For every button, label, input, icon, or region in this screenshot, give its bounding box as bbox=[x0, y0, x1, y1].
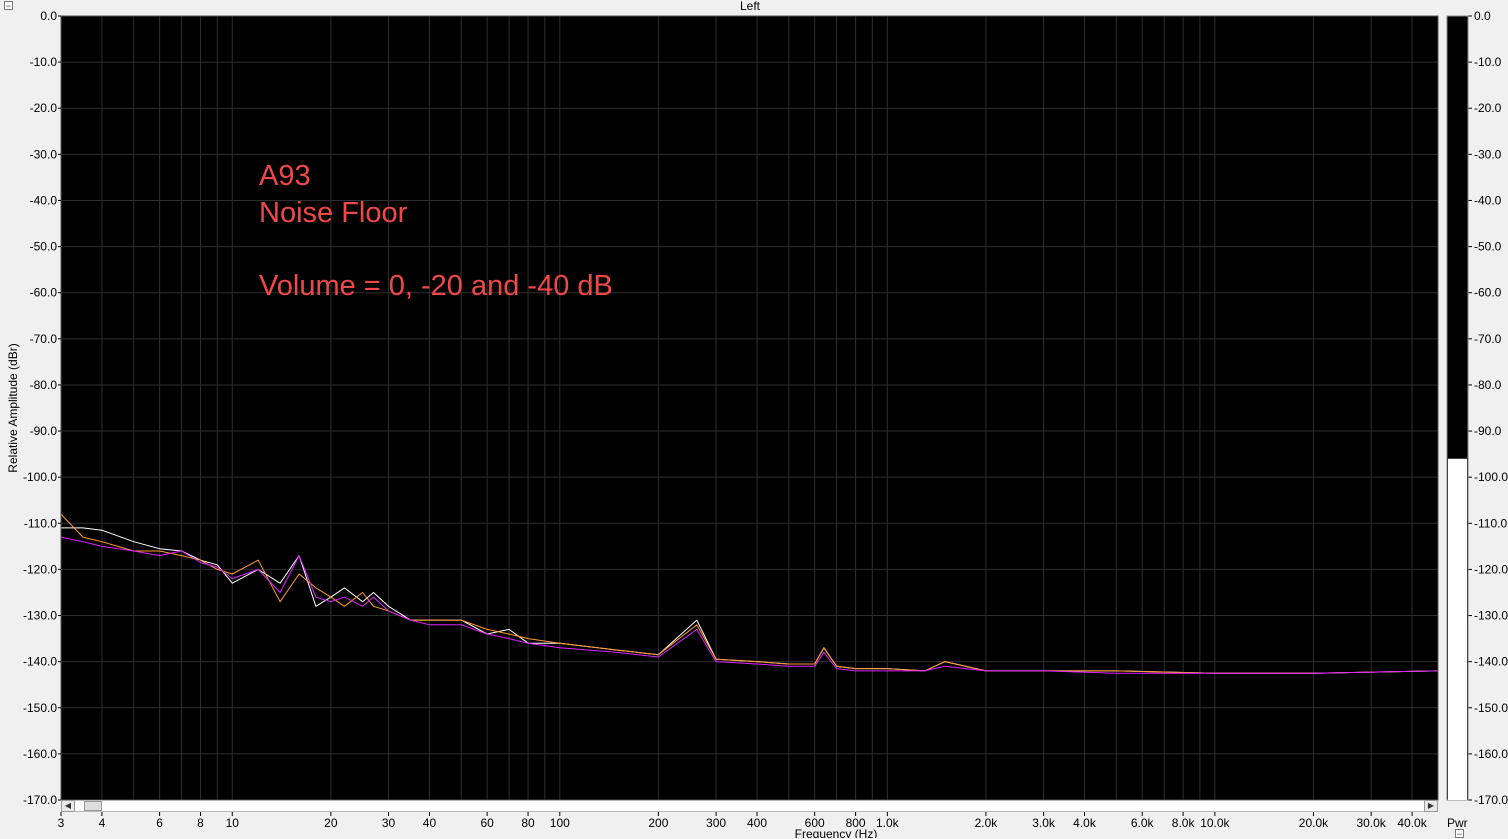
left-y-ticks: 0.0 -10.0 -20.0 -30.0 -40.0 -50.0 -60.0 -70.0 -8… bbox=[23, 9, 61, 807]
x-tick-label: 6 bbox=[156, 816, 163, 830]
spectrum-chart: Left 0.0 -10.0 -20.0 -30.0 -40.0 -50.0 -60.0 -7… bbox=[6, 0, 1508, 838]
y-tick-label: -90.0 bbox=[30, 424, 58, 438]
x-tick-label: 20.0k bbox=[1299, 816, 1329, 830]
power-meter-label: Pwr bbox=[1447, 816, 1468, 830]
y-tick-label-right: -140.0 bbox=[1474, 655, 1508, 669]
collapse-bottom-button[interactable]: − bbox=[1455, 829, 1464, 839]
x-tick-label: 10.0k bbox=[1200, 816, 1230, 830]
y-tick-label-right: -150.0 bbox=[1474, 701, 1508, 715]
y-tick-label: -170.0 bbox=[23, 793, 57, 807]
scroll-right-button[interactable]: ▶ bbox=[1424, 800, 1438, 812]
x-tick-label: 20 bbox=[324, 816, 338, 830]
y-axis-label: Relative Amplitude (dBr) bbox=[6, 343, 20, 472]
y-tick-label: -40.0 bbox=[30, 193, 58, 207]
x-tick-label: 200 bbox=[648, 816, 668, 830]
channel-title: Left bbox=[740, 0, 761, 13]
x-tick-label: 6.0k bbox=[1131, 816, 1155, 830]
x-tick-label: 2.0k bbox=[975, 816, 999, 830]
y-tick-label-right: -160.0 bbox=[1474, 747, 1508, 761]
x-tick-label: 4 bbox=[99, 816, 106, 830]
scroll-left-button[interactable]: ◀ bbox=[61, 800, 75, 812]
y-tick-label: -50.0 bbox=[30, 240, 58, 254]
x-tick-label: 3.0k bbox=[1032, 816, 1056, 830]
x-axis-label: Frequency (Hz) bbox=[795, 827, 878, 838]
x-tick-label: 30.0k bbox=[1356, 816, 1386, 830]
x-tick-label: 3 bbox=[58, 816, 65, 830]
y-tick-label-right: -10.0 bbox=[1474, 55, 1502, 69]
y-tick-label-right: -100.0 bbox=[1474, 470, 1508, 484]
x-tick-label: 40.0k bbox=[1397, 816, 1427, 830]
y-tick-label-right: -40.0 bbox=[1474, 193, 1502, 207]
y-tick-label: -130.0 bbox=[23, 609, 57, 623]
annotation-volume: Volume = 0, -20 and -40 dB bbox=[259, 270, 613, 302]
x-ticks: 3 4 6 8 10 20 30 40 60 80 100 200 300 400 600 800 1.0k 2.… bbox=[58, 812, 1428, 830]
y-tick-label: -150.0 bbox=[23, 701, 57, 715]
x-tick-label: 4.0k bbox=[1073, 816, 1097, 830]
x-tick-label: 8.0k bbox=[1172, 816, 1196, 830]
y-tick-label: -60.0 bbox=[30, 286, 58, 300]
y-tick-label: -110.0 bbox=[24, 516, 57, 530]
plot-area bbox=[61, 16, 1438, 800]
x-tick-label: 1.0k bbox=[876, 816, 900, 830]
y-tick-label-right: 0.0 bbox=[1474, 9, 1491, 23]
y-tick-label: -70.0 bbox=[30, 332, 58, 346]
y-tick-label: -100.0 bbox=[23, 470, 57, 484]
x-tick-label: 30 bbox=[382, 816, 396, 830]
y-tick-label-right: -120.0 bbox=[1474, 562, 1508, 576]
power-meter-fill bbox=[1448, 458, 1467, 800]
right-y-ticks: 0.0 -10.0 -20.0 -30.0 -40.0 -50.0 -60.0 -70.0 -8… bbox=[1468, 9, 1508, 807]
x-tick-label: 100 bbox=[550, 816, 570, 830]
y-tick-label-right: -80.0 bbox=[1474, 378, 1502, 392]
x-tick-label: 300 bbox=[706, 816, 726, 830]
y-tick-label: -30.0 bbox=[30, 147, 58, 161]
y-tick-label: -120.0 bbox=[23, 562, 57, 576]
y-tick-label-right: -30.0 bbox=[1474, 147, 1502, 161]
x-tick-label: 400 bbox=[747, 816, 767, 830]
x-tick-label: 10 bbox=[226, 816, 240, 830]
y-tick-label-right: -50.0 bbox=[1474, 240, 1502, 254]
collapse-top-button[interactable]: − bbox=[4, 1, 13, 11]
y-tick-label-right: -170.0 bbox=[1474, 793, 1508, 807]
y-tick-label-right: -90.0 bbox=[1474, 424, 1502, 438]
y-tick-label: -160.0 bbox=[23, 747, 57, 761]
x-tick-label: 80 bbox=[521, 816, 535, 830]
annotation-title: Noise Floor bbox=[259, 197, 408, 229]
y-tick-label: -20.0 bbox=[30, 101, 58, 115]
y-tick-label-right: -60.0 bbox=[1474, 286, 1502, 300]
y-tick-label-right: -70.0 bbox=[1474, 332, 1502, 346]
horizontal-scrollbar[interactable] bbox=[61, 800, 1438, 812]
y-tick-label: 0.0 bbox=[40, 9, 57, 23]
x-tick-label: 40 bbox=[423, 816, 437, 830]
y-tick-label-right: -130.0 bbox=[1474, 609, 1508, 623]
y-tick-label-right: -110.0 bbox=[1474, 516, 1507, 530]
y-tick-label: -140.0 bbox=[23, 655, 57, 669]
annotation-device: A93 bbox=[259, 160, 311, 192]
y-tick-label: -10.0 bbox=[30, 55, 58, 69]
y-tick-label: -80.0 bbox=[30, 378, 58, 392]
x-tick-label: 8 bbox=[197, 816, 204, 830]
y-tick-label-right: -20.0 bbox=[1474, 101, 1502, 115]
x-tick-label: 60 bbox=[480, 816, 494, 830]
scroll-thumb[interactable] bbox=[84, 801, 102, 811]
